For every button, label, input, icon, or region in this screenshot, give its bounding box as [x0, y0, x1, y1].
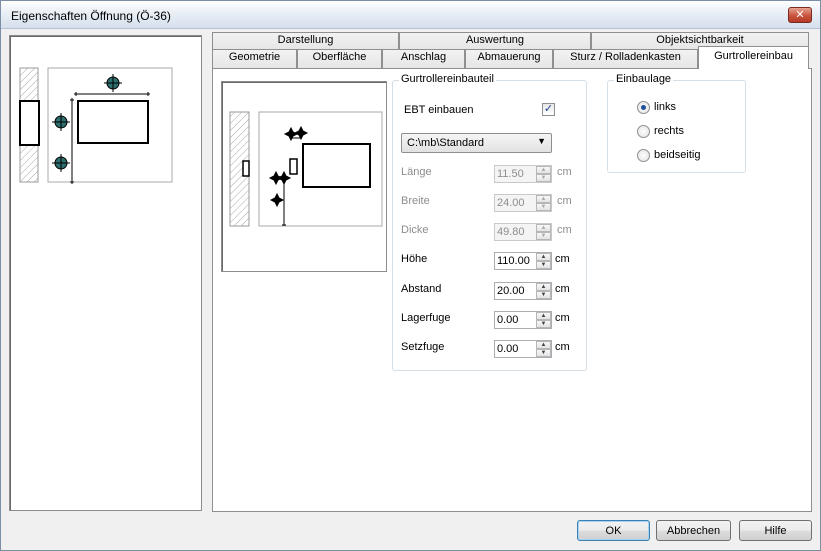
lagerfuge-label: Lagerfuge [401, 312, 451, 324]
ebt-element-inner [289, 158, 298, 175]
abstand-unit: cm [555, 283, 570, 295]
dicke-input[interactable] [497, 225, 535, 239]
radio-beidseitig[interactable] [637, 149, 650, 162]
spin-down-icon[interactable]: ▼ [536, 320, 551, 328]
lagerfuge-input[interactable] [497, 313, 535, 327]
abstand-label: Abstand [401, 283, 442, 295]
hoehe-unit: cm [555, 253, 570, 265]
lagerfuge-unit: cm [555, 312, 570, 324]
setzfuge-spinner[interactable]: ▲ ▼ [536, 341, 551, 357]
abstand-spinner[interactable]: ▲ ▼ [536, 283, 551, 299]
einbaulage-group: Einbaulage links rechts beidseitig [607, 73, 746, 173]
dicke-field[interactable]: ▲▼ [494, 223, 552, 241]
tab-darstellung[interactable]: Darstellung [212, 32, 399, 49]
setzfuge-unit: cm [555, 341, 570, 353]
tab-abmauerung[interactable]: Abmauerung [465, 49, 553, 68]
close-button[interactable]: ✕ [788, 7, 812, 23]
breite-field[interactable]: ▲▼ [494, 194, 552, 212]
radio-links-label[interactable]: links [654, 101, 676, 113]
setzfuge-input[interactable] [497, 342, 535, 356]
spin-up-icon[interactable]: ▲ [536, 283, 551, 291]
tab-anschlag[interactable]: Anschlag [382, 49, 465, 68]
setzfuge-label: Setzfuge [401, 341, 445, 353]
breite-unit: cm [557, 195, 572, 207]
spin-down-icon[interactable]: ▼ [536, 203, 551, 211]
tab-gurtrollereinbau[interactable]: Gurtrollereinbau [698, 46, 809, 69]
laenge-field[interactable]: ▲▼ [494, 165, 552, 183]
spin-down-icon[interactable]: ▼ [536, 232, 551, 240]
dialog-window: Eigenschaften Öffnung (Ö-36) ✕ Darstellu… [0, 0, 821, 551]
gurtroller-preview [221, 81, 387, 272]
ebt-element [242, 160, 250, 177]
ebt-source-value: C:\mb\Standard [407, 137, 485, 149]
tab-geometrie[interactable]: Geometrie [212, 49, 297, 68]
radio-rechts[interactable] [637, 125, 650, 138]
hoehe-spinner[interactable]: ▲ ▼ [536, 253, 551, 269]
help-button[interactable]: Hilfe [739, 520, 812, 541]
marker-icon [268, 125, 309, 208]
tab-auswertung[interactable]: Auswertung [399, 32, 591, 49]
spin-up-icon[interactable]: ▲ [536, 253, 551, 261]
spin-down-icon[interactable]: ▼ [536, 291, 551, 299]
tab-oberflaeche[interactable]: Oberfläche [297, 49, 382, 68]
hoehe-label: Höhe [401, 253, 428, 265]
gurtroller-group: Gurtrollereinbauteil EBT einbauen ✓ C:\m… [392, 73, 587, 371]
opening-preview-panel [9, 35, 202, 511]
spin-up-icon[interactable]: ▲ [536, 341, 551, 349]
spin-up-icon[interactable]: ▲ [536, 166, 551, 174]
opening-preview-drawing [19, 67, 173, 184]
breite-spinner[interactable]: ▲ ▼ [536, 195, 551, 211]
hoehe-field[interactable]: ▲▼ [494, 252, 552, 270]
einbaulage-group-title: Einbaulage [614, 73, 674, 85]
ebt-checkbox[interactable]: ✓ [542, 103, 555, 116]
breite-label: Breite [401, 195, 430, 207]
spin-up-icon[interactable]: ▲ [536, 312, 551, 320]
setzfuge-field[interactable]: ▲▼ [494, 340, 552, 358]
title-bar[interactable]: Eigenschaften Öffnung (Ö-36) ✕ [1, 1, 820, 29]
gurtroller-preview-drawing [229, 111, 383, 227]
breite-input[interactable] [497, 196, 535, 210]
window-title: Eigenschaften Öffnung (Ö-36) [11, 9, 171, 23]
spin-down-icon[interactable]: ▼ [536, 261, 551, 269]
close-icon: ✕ [795, 9, 805, 21]
ebt-label: EBT einbauen [404, 104, 474, 116]
window-rect [302, 143, 371, 188]
laenge-input[interactable] [497, 167, 535, 181]
tab-sturz-rolladenkasten[interactable]: Sturz / Rolladenkasten [553, 49, 698, 68]
radio-beidseitig-label[interactable]: beidseitig [654, 149, 700, 161]
gurtroller-group-title: Gurtrollereinbauteil [399, 73, 496, 85]
window-rect [77, 100, 149, 144]
radio-rechts-label[interactable]: rechts [654, 125, 684, 137]
lagerfuge-field[interactable]: ▲▼ [494, 311, 552, 329]
abstand-field[interactable]: ▲▼ [494, 282, 552, 300]
laenge-label: Länge [401, 166, 432, 178]
laenge-spinner[interactable]: ▲ ▼ [536, 166, 551, 182]
spin-down-icon[interactable]: ▼ [536, 349, 551, 357]
hoehe-input[interactable] [497, 254, 535, 268]
laenge-unit: cm [557, 166, 572, 178]
cancel-button[interactable]: Abbrechen [656, 520, 731, 541]
spin-up-icon[interactable]: ▲ [536, 195, 551, 203]
radio-links[interactable] [637, 101, 650, 114]
lagerfuge-spinner[interactable]: ▲ ▼ [536, 312, 551, 328]
side-element [19, 100, 40, 146]
dicke-spinner[interactable]: ▲ ▼ [536, 224, 551, 240]
dicke-label: Dicke [401, 224, 429, 236]
abstand-input[interactable] [497, 284, 535, 298]
spin-up-icon[interactable]: ▲ [536, 224, 551, 232]
ok-button[interactable]: OK [577, 520, 650, 541]
chevron-down-icon: ▼ [537, 136, 546, 146]
spin-down-icon[interactable]: ▼ [536, 174, 551, 182]
tab-panel-gurtrollereinbau: Gurtrollereinbauteil EBT einbauen ✓ C:\m… [212, 68, 812, 512]
tab-control: Darstellung Auswertung Objektsichtbarkei… [212, 32, 812, 512]
ebt-source-select[interactable]: C:\mb\Standard ▼ [401, 133, 552, 153]
check-icon: ✓ [543, 103, 554, 115]
dicke-unit: cm [557, 224, 572, 236]
